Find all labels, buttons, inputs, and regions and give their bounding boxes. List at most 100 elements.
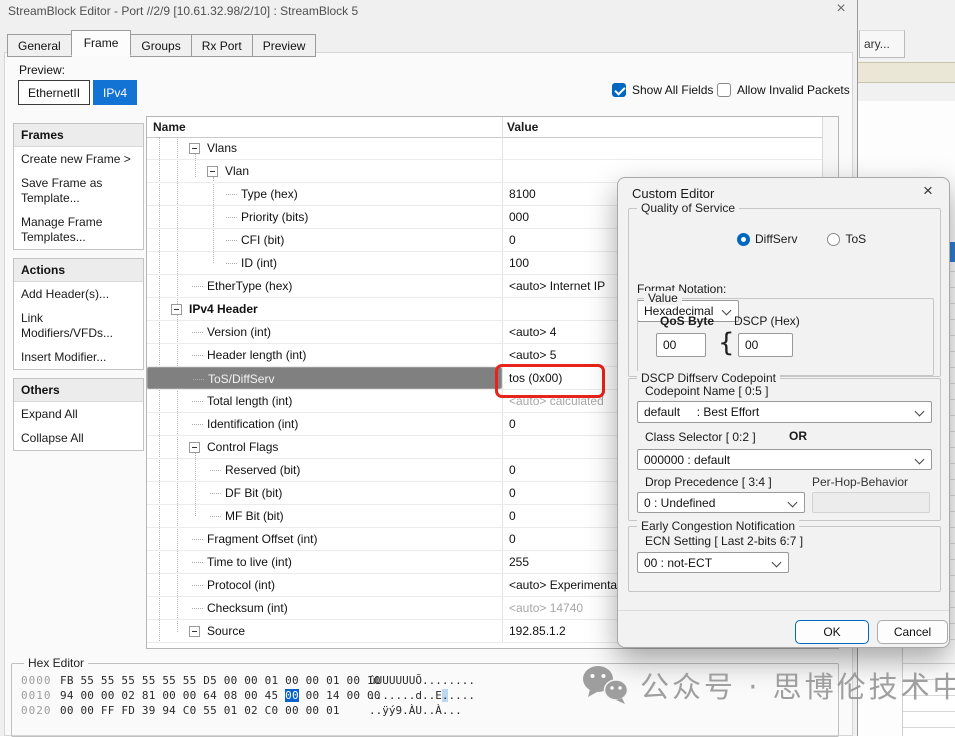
name-cell[interactable]: Checksum (int) <box>147 597 502 619</box>
name-cell[interactable]: Source <box>147 620 502 642</box>
sidebar-item-insert-modifier[interactable]: Insert Modifier... <box>14 345 143 369</box>
dialog-close-icon[interactable]: × <box>917 181 939 201</box>
tab-frame[interactable]: Frame <box>71 30 132 56</box>
codepoint-name-select[interactable]: default : Best Effort <box>637 401 932 423</box>
ecn-setting-label: ECN Setting [ Last 2-bits 6:7 ] <box>645 534 803 548</box>
field-name: Checksum (int) <box>207 601 288 615</box>
hex-offset: 0000 <box>21 673 52 688</box>
ecn-setting-select[interactable]: 00 : not-ECT <box>637 552 789 573</box>
quality-of-service-group: Quality of Service DiffServToS Format No… <box>628 208 941 377</box>
tree-connector <box>226 194 237 195</box>
name-cell[interactable]: Vlans <box>147 137 502 159</box>
ok-button[interactable]: OK <box>795 620 869 644</box>
value-cell[interactable] <box>502 137 823 159</box>
name-cell[interactable]: Type (hex) <box>147 183 502 205</box>
hex-bytes[interactable]: FB 55 55 55 55 55 55 D5 00 00 01 00 00 0… <box>60 673 381 688</box>
collapse-icon[interactable] <box>171 304 182 315</box>
drop-precedence-select[interactable]: 0 : Undefined <box>637 492 805 513</box>
name-cell[interactable]: Time to live (int) <box>147 551 502 573</box>
checkbox-unchecked-icon[interactable] <box>717 83 731 97</box>
preview-header-ethernetii[interactable]: EthernetII <box>18 80 90 105</box>
field-name: Priority (bits) <box>241 210 308 224</box>
name-cell[interactable]: DF Bit (bit) <box>147 482 502 504</box>
sidebar-item-save-frame-as-template[interactable]: Save Frame as Template... <box>14 171 143 210</box>
tab-rx-port[interactable]: Rx Port <box>191 34 253 57</box>
class-selector-label: Class Selector [ 0:2 ] <box>645 430 756 444</box>
group-label: Early Congestion Notification <box>637 519 799 533</box>
name-cell[interactable]: Priority (bits) <box>147 206 502 228</box>
sidebar-item-link-modifiers-vfds[interactable]: Link Modifiers/VFDs... <box>14 306 143 345</box>
name-cell[interactable]: Vlan <box>147 160 502 182</box>
field-value: 0 <box>509 486 516 500</box>
name-cell[interactable]: Reserved (bit) <box>147 459 502 481</box>
sidebar-item-manage-frame-templates[interactable]: Manage Frame Templates... <box>14 210 143 249</box>
cancel-button[interactable]: Cancel <box>877 620 948 644</box>
radio-label: DiffServ <box>755 232 797 246</box>
drop-precedence-label: Drop Precedence [ 3:4 ] <box>645 475 772 489</box>
background-partial-button[interactable]: ary... <box>859 30 905 58</box>
name-cell[interactable]: ToS/DiffServ <box>147 367 502 389</box>
preview-header-ipv4[interactable]: IPv4 <box>93 80 137 105</box>
sidebar-item-collapse-all[interactable]: Collapse All <box>14 426 143 450</box>
field-name: Vlan <box>225 164 249 178</box>
class-selector-select[interactable]: 000000 : default <box>637 449 932 470</box>
field-value: 0 <box>509 417 516 431</box>
column-header-name: Name <box>153 120 186 134</box>
tree-connector <box>192 332 203 333</box>
field-name: MF Bit (bit) <box>225 509 284 523</box>
close-icon[interactable]: × <box>831 0 851 18</box>
table-row-vlans[interactable]: Vlans <box>147 137 823 160</box>
hex-byte-run: 00 00 FF FD 39 94 C0 55 01 02 C0 00 00 0… <box>60 704 340 717</box>
field-name: Total length (int) <box>207 394 292 408</box>
name-cell[interactable]: Control Flags <box>147 436 502 458</box>
field-name: IPv4 Header <box>189 302 258 316</box>
sidebar-item-create-new-frame[interactable]: Create new Frame > <box>14 147 143 171</box>
sidebar-item-add-header-s[interactable]: Add Header(s)... <box>14 282 143 306</box>
name-cell[interactable]: Protocol (int) <box>147 574 502 596</box>
collapse-icon[interactable] <box>189 442 200 453</box>
tab-general[interactable]: General <box>7 34 72 57</box>
radio-diffserv[interactable]: DiffServ <box>737 232 797 246</box>
chevron-down-icon <box>788 498 798 508</box>
tab-groups[interactable]: Groups <box>130 34 191 57</box>
collapse-icon[interactable] <box>189 143 200 154</box>
field-value: 8100 <box>509 187 536 201</box>
dscp-codepoint-group: DSCP Diffserv Codepoint Codepoint Name [… <box>628 378 941 521</box>
checkbox-checked-icon[interactable] <box>612 83 626 97</box>
name-cell[interactable]: Version (int) <box>147 321 502 343</box>
tab-preview[interactable]: Preview <box>252 34 317 57</box>
tree-connector <box>210 493 221 494</box>
sidebar-section-others: OthersExpand AllCollapse All <box>13 378 144 451</box>
name-cell[interactable]: Header length (int) <box>147 344 502 366</box>
dscp-hex-input[interactable]: 00 <box>738 333 793 357</box>
radio-selected-icon[interactable] <box>737 233 750 246</box>
field-value: <auto> Experimental <box>509 578 620 592</box>
field-name: Header length (int) <box>207 348 306 362</box>
name-cell[interactable]: Total length (int) <box>147 390 502 412</box>
hex-bytes[interactable]: 94 00 00 02 81 00 00 64 08 00 45 00 00 1… <box>60 688 381 703</box>
allow-invalid-packets-checkbox[interactable]: Allow Invalid Packets <box>717 83 850 97</box>
name-cell[interactable]: CFI (bit) <box>147 229 502 251</box>
name-cell[interactable]: ID (int) <box>147 252 502 274</box>
ecn-setting-value: 00 : not-ECT <box>644 556 712 570</box>
name-cell[interactable]: Fragment Offset (int) <box>147 528 502 550</box>
name-cell[interactable]: IPv4 Header <box>147 298 502 320</box>
qos-byte-input[interactable]: 00 <box>656 333 706 357</box>
collapse-icon[interactable] <box>189 626 200 637</box>
field-value: 100 <box>509 256 529 270</box>
name-cell[interactable]: Identification (int) <box>147 413 502 435</box>
field-value: 0 <box>509 532 516 546</box>
sidebar-section-title: Frames <box>14 124 143 147</box>
show-all-fields-label: Show All Fields <box>632 83 713 97</box>
name-cell[interactable]: MF Bit (bit) <box>147 505 502 527</box>
name-cell[interactable]: EtherType (hex) <box>147 275 502 297</box>
hex-bytes[interactable]: 00 00 FF FD 39 94 C0 55 01 02 C0 00 00 0… <box>60 703 340 718</box>
radio-tos[interactable]: ToS <box>827 232 866 246</box>
radio-unselected-icon[interactable] <box>827 233 840 246</box>
show-all-fields-checkbox[interactable]: Show All Fields <box>612 83 713 97</box>
hex-byte-selected[interactable]: 00 <box>285 689 299 702</box>
sidebar-item-expand-all[interactable]: Expand All <box>14 402 143 426</box>
collapse-icon[interactable] <box>207 166 218 177</box>
group-label: DSCP Diffserv Codepoint <box>637 371 780 385</box>
ascii-run: .... <box>448 689 475 702</box>
